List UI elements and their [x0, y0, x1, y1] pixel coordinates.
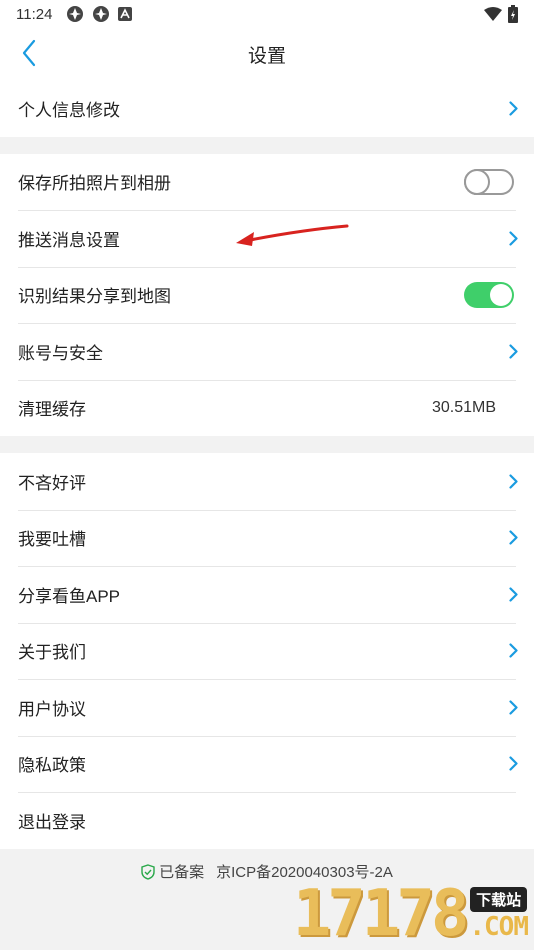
- title-bar: 设置: [0, 28, 534, 80]
- wifi-icon: [484, 7, 502, 21]
- share-to-map-label: 识别结果分享到地图: [18, 287, 171, 307]
- feedback-label: 我要吐槽: [18, 530, 86, 550]
- account-security-label: 账号与安全: [18, 343, 103, 363]
- site-watermark: 17178 下载站 .COM: [292, 877, 529, 950]
- push-settings-row[interactable]: 推送消息设置: [0, 210, 534, 267]
- privacy-policy-row[interactable]: 隐私政策: [0, 735, 534, 793]
- share-app-label: 分享看鱼APP: [18, 586, 121, 606]
- chevron-right-icon: [506, 472, 520, 490]
- rate-us-label: 不吝好评: [18, 473, 86, 493]
- profile-edit-row[interactable]: 个人信息修改: [0, 80, 534, 137]
- logout-row[interactable]: 退出登录: [0, 792, 534, 849]
- status-bar: 11:24: [0, 0, 534, 28]
- app-notification-icon: [93, 6, 110, 22]
- clear-cache-row[interactable]: 清理缓存 30.51MB: [0, 379, 534, 437]
- chevron-right-icon: [506, 585, 520, 603]
- share-app-row[interactable]: 分享看鱼APP: [0, 566, 534, 623]
- status-system-icons: [484, 5, 518, 23]
- page-title: 设置: [247, 45, 286, 67]
- watermark-domain: .COM: [469, 912, 529, 942]
- chevron-right-icon: [506, 342, 520, 360]
- about-group: 不吝好评 我要吐槽 分享看鱼APP 关于我们 用户协议 隐私政策 退出登录: [0, 453, 534, 849]
- settings-group: 保存所拍照片到相册 推送消息设置 识别结果分享到地图 账号与安全 清理缓存 30…: [0, 153, 534, 437]
- status-notification-icons: [66, 5, 133, 23]
- profile-edit-label: 个人信息修改: [18, 100, 120, 120]
- about-us-label: 关于我们: [18, 643, 86, 663]
- chevron-right-icon: [506, 642, 520, 660]
- account-security-row[interactable]: 账号与安全: [0, 323, 534, 380]
- about-us-row[interactable]: 关于我们: [0, 622, 534, 680]
- filed-label: 已备案: [159, 864, 205, 881]
- toggle-knob: [490, 283, 512, 306]
- status-time: 11:24: [16, 5, 53, 23]
- feedback-row[interactable]: 我要吐槽: [0, 509, 534, 567]
- watermark-badge: 下载站: [470, 887, 528, 912]
- toggle-knob: [464, 168, 490, 195]
- shield-check-icon: [141, 863, 155, 880]
- user-agreement-label: 用户协议: [18, 699, 86, 719]
- save-photos-toggle[interactable]: [464, 168, 514, 195]
- battery-charging-icon: [508, 5, 518, 23]
- push-settings-label: 推送消息设置: [18, 230, 120, 250]
- back-arrow-icon: [22, 39, 36, 67]
- chevron-right-icon: [506, 698, 520, 716]
- share-to-map-row: 识别结果分享到地图: [0, 266, 534, 324]
- chevron-right-icon: [506, 229, 520, 247]
- watermark-digits: 17178: [292, 877, 470, 950]
- section-divider: [0, 436, 534, 453]
- save-photos-row: 保存所拍照片到相册: [0, 154, 534, 211]
- share-to-map-toggle[interactable]: [464, 281, 514, 308]
- profile-group: 个人信息修改: [0, 80, 534, 137]
- cache-size-value: 30.51MB: [431, 398, 496, 416]
- section-divider: [0, 137, 534, 154]
- watermark-side: 下载站 .COM: [469, 887, 529, 942]
- back-button[interactable]: [14, 38, 44, 68]
- chevron-right-icon: [506, 755, 520, 773]
- privacy-policy-label: 隐私政策: [18, 756, 86, 776]
- rate-us-row[interactable]: 不吝好评: [0, 453, 534, 510]
- font-notification-icon: [118, 7, 133, 21]
- user-agreement-row[interactable]: 用户协议: [0, 679, 534, 736]
- logout-label: 退出登录: [18, 812, 86, 832]
- app-notification-icon: [67, 6, 84, 22]
- save-photos-label: 保存所拍照片到相册: [18, 174, 171, 194]
- clear-cache-label: 清理缓存: [18, 400, 86, 420]
- chevron-right-icon: [506, 99, 520, 117]
- chevron-right-icon: [506, 529, 520, 547]
